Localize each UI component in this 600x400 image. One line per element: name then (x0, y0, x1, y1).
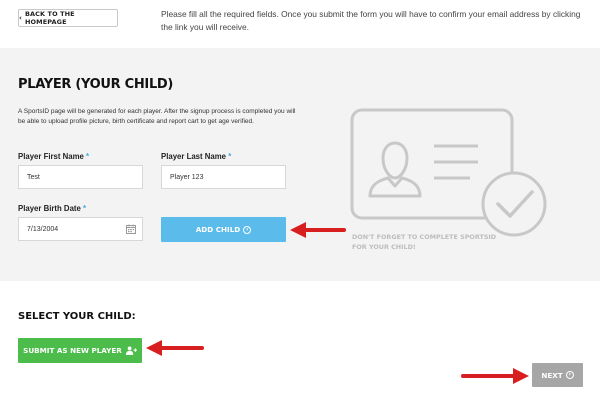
last-name-value: Player 123 (170, 173, 204, 181)
last-name-label: Player Last Name * (161, 152, 231, 161)
select-child-title: SELECT YOUR CHILD: (18, 311, 136, 322)
add-user-icon (125, 346, 137, 355)
birth-date-label-text: Player Birth Date (18, 204, 81, 213)
first-name-field[interactable]: Test (18, 165, 143, 189)
first-name-label: Player First Name * (18, 152, 89, 161)
first-name-label-text: Player First Name (18, 152, 84, 161)
player-section-description: A SportsID page will be generated for ea… (18, 108, 296, 126)
id-card-check-icon (350, 108, 547, 237)
first-name-value: Test (27, 173, 40, 181)
last-name-label-text: Player Last Name (161, 152, 227, 161)
required-marker: * (83, 204, 87, 213)
last-name-field[interactable]: Player 123 (161, 165, 286, 189)
add-child-label: ADD CHILD (195, 225, 241, 234)
form-instructions: Please fill all the required fields. Onc… (161, 9, 581, 32)
player-section-title: PLAYER (YOUR CHILD) (18, 77, 174, 92)
birth-date-field[interactable]: 7/13/2004 (18, 217, 143, 241)
top-bar: ‹ BACK TO THE HOMEPAGE Please fill all t… (0, 0, 600, 48)
red-arrow-icon (146, 340, 204, 356)
next-button[interactable]: NEXT › (532, 363, 583, 387)
red-arrow-icon (461, 368, 529, 384)
circle-arrow-right-icon: › (243, 225, 252, 234)
back-to-homepage-button[interactable]: ‹ BACK TO THE HOMEPAGE (18, 9, 118, 27)
next-label: NEXT (541, 370, 563, 380)
add-child-button[interactable]: ADD CHILD › (161, 217, 286, 242)
chevron-left-icon: ‹ (19, 14, 22, 22)
required-marker: * (86, 152, 90, 161)
birth-date-label: Player Birth Date * (18, 204, 86, 213)
submit-as-new-player-button[interactable]: SUBMIT AS NEW PLAYER (18, 338, 142, 363)
circle-arrow-right-icon: › (565, 371, 574, 379)
back-to-homepage-label: BACK TO THE HOMEPAGE (25, 10, 75, 26)
sportsid-reminder: DON'T FORGET TO COMPLETE SPORTSID FOR YO… (352, 233, 497, 251)
calendar-icon[interactable] (126, 224, 136, 234)
required-marker: * (228, 152, 232, 161)
birth-date-value: 7/13/2004 (27, 225, 59, 233)
submit-as-new-player-label: SUBMIT AS NEW PLAYER (23, 346, 122, 355)
red-arrow-icon (290, 222, 346, 238)
